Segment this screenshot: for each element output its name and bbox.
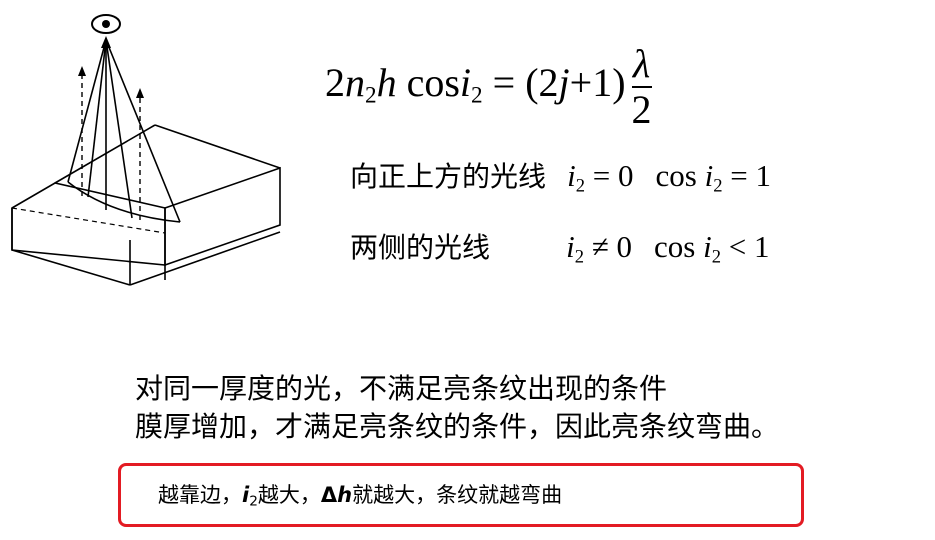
explanation-line-2: 膜厚增加，才满足亮条纹的条件，因此亮条纹弯曲。 [135, 410, 780, 443]
explanation-line-1: 对同一厚度的光，不满足亮条纹出现的条件 [135, 372, 668, 405]
row-label: 向正上方的光线 [350, 160, 547, 193]
apex-arrowhead [101, 36, 111, 48]
cone-base-arc [67, 181, 181, 223]
ray-arrowhead-left [78, 66, 86, 76]
ray-arrowhead-right [136, 88, 144, 98]
interference-formula: 2n2h cosi2 = (2j+1) λ 2 [325, 41, 652, 132]
wedge-diagram [11, 14, 281, 286]
eye-icon [91, 14, 121, 34]
row-vertical-ray: 向正上方的光线 i2 = 0 cos i2 = 1 [350, 160, 771, 196]
wedge-dashed-edge [11, 207, 166, 234]
callout-text: 越靠边，i2越大，Δh就越大，条纹就越弯曲 [158, 483, 563, 510]
row-condition: i2 = 0 cos i2 = 1 [567, 158, 771, 197]
slide: 2n2h cosi2 = (2j+1) λ 2 向正上方的光线 i2 = 0 cos … [0, 0, 935, 540]
film-block [11, 124, 281, 286]
row-label: 两侧的光线 [350, 231, 491, 264]
light-cone [67, 39, 181, 223]
lambda-fraction: λ2 [631, 41, 652, 132]
row-condition: i2 ≠ 0 cos i2 < 1 [566, 229, 770, 268]
row-side-ray: 两侧的光线 i2 ≠ 0 cos i2 < 1 [350, 231, 770, 267]
